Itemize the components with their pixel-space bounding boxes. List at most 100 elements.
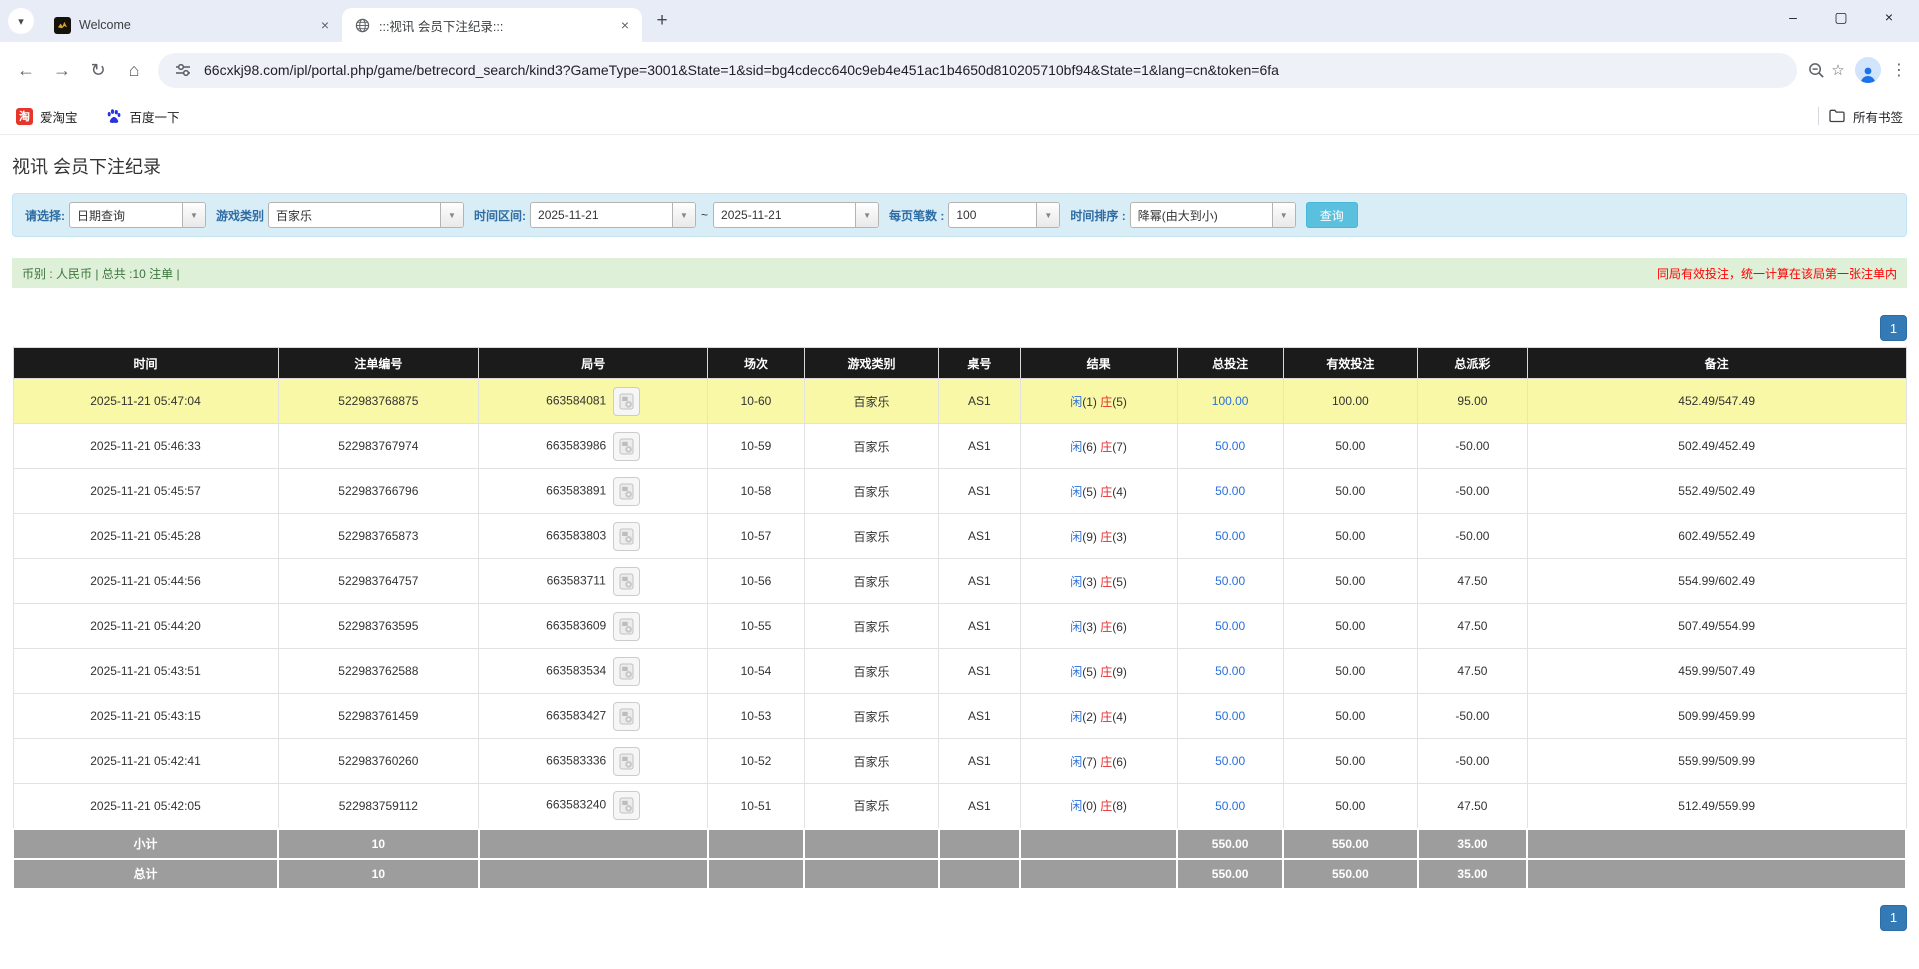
page-number-button-bottom[interactable]: 1 — [1880, 905, 1907, 931]
cell-session: 10-60 — [708, 379, 805, 424]
video-replay-button[interactable] — [613, 387, 640, 416]
chevron-down-icon[interactable]: ▼ — [440, 203, 463, 227]
profile-avatar[interactable] — [1855, 57, 1881, 83]
header-game-type: 游戏类别 — [804, 348, 938, 379]
cell-table: AS1 — [939, 784, 1020, 829]
footer-count: 10 — [278, 829, 479, 859]
total-bet-link[interactable]: 50.00 — [1215, 574, 1245, 588]
forward-button[interactable]: → — [44, 52, 80, 88]
tab-close-icon[interactable]: × — [316, 16, 334, 34]
chevron-down-icon[interactable]: ▼ — [855, 203, 878, 227]
total-bet-link[interactable]: 50.00 — [1215, 709, 1245, 723]
zoom-out-icon[interactable] — [1805, 59, 1827, 81]
bookmark-baidu[interactable]: 百度一下 — [106, 107, 180, 126]
game-type-select[interactable]: 百家乐 ▼ — [268, 202, 464, 228]
cell-payout: 95.00 — [1418, 379, 1528, 424]
address-bar[interactable]: 66cxkj98.com/ipl/portal.php/game/betreco… — [158, 53, 1797, 88]
chrome-menu-icon[interactable]: ⋮ — [1887, 60, 1911, 80]
cell-round-id: 663583711 — [479, 559, 708, 604]
cell-remark: 554.99/602.49 — [1527, 559, 1906, 604]
cell-table: AS1 — [939, 739, 1020, 784]
total-bet-link[interactable]: 50.00 — [1215, 439, 1245, 453]
cell-table: AS1 — [939, 379, 1020, 424]
total-bet-link[interactable]: 50.00 — [1215, 664, 1245, 678]
video-replay-button[interactable] — [613, 747, 640, 776]
cell-session: 10-52 — [708, 739, 805, 784]
page-number-button-top[interactable]: 1 — [1880, 315, 1907, 341]
video-replay-button[interactable] — [613, 702, 640, 731]
footer-payout: 35.00 — [1418, 829, 1528, 859]
window-maximize-button[interactable]: ▢ — [1817, 0, 1865, 34]
new-tab-button[interactable]: + — [648, 7, 676, 35]
back-button[interactable]: ← — [8, 52, 44, 88]
video-replay-button[interactable] — [613, 432, 640, 461]
cell-session: 10-58 — [708, 469, 805, 514]
footer-valid-bet: 550.00 — [1283, 829, 1417, 859]
currency-summary: 币别 : 人民币 | 总共 :10 注单 | — [22, 265, 180, 282]
footer-empty — [1527, 829, 1906, 859]
cell-remark: 512.49/559.99 — [1527, 784, 1906, 829]
cell-round-id: 663583427 — [479, 694, 708, 739]
video-replay-button[interactable] — [613, 522, 640, 551]
tab-welcome[interactable]: Welcome × — [42, 8, 342, 42]
window-minimize-button[interactable]: – — [1769, 0, 1817, 34]
cell-valid-bet: 50.00 — [1283, 424, 1417, 469]
tab-close-icon[interactable]: × — [616, 16, 634, 34]
video-replay-button[interactable] — [613, 791, 640, 820]
bet-records-table: 时间 注单编号 局号 场次 游戏类别 桌号 结果 总投注 有效投注 总派彩 备注… — [12, 347, 1907, 890]
footer-valid-bet: 550.00 — [1283, 859, 1417, 889]
total-bet-link[interactable]: 50.00 — [1215, 619, 1245, 633]
home-button[interactable]: ⌂ — [116, 52, 152, 88]
table-row: 2025-11-21 05:43:15522983761459663583427… — [13, 694, 1906, 739]
taobao-icon: 淘 — [16, 108, 33, 125]
reload-button[interactable]: ↻ — [80, 52, 116, 88]
search-button[interactable]: 查询 — [1306, 202, 1358, 228]
page-size-value: 100 — [949, 203, 1036, 227]
total-bet-link[interactable]: 100.00 — [1212, 394, 1249, 408]
cell-total-bet: 50.00 — [1177, 694, 1283, 739]
query-type-label: 请选择: — [25, 207, 65, 224]
table-row: 2025-11-21 05:45:28522983765873663583803… — [13, 514, 1906, 559]
video-replay-button[interactable] — [613, 657, 640, 686]
bookmark-star-icon[interactable]: ☆ — [1827, 59, 1849, 81]
date-range-label: 时间区间: — [474, 207, 526, 224]
header-total-bet: 总投注 — [1177, 348, 1283, 379]
url-text[interactable]: 66cxkj98.com/ipl/portal.php/game/betreco… — [204, 62, 1783, 78]
date-from-input[interactable]: 2025-11-21 ▼ — [530, 202, 696, 228]
cell-bet-id: 522983760260 — [278, 739, 479, 784]
cell-payout: -50.00 — [1418, 514, 1528, 559]
cell-result: 闲(2) 庄(4) — [1020, 694, 1177, 739]
date-to-input[interactable]: 2025-11-21 ▼ — [713, 202, 879, 228]
video-replay-button[interactable] — [613, 477, 640, 506]
chevron-down-icon[interactable]: ▼ — [1272, 203, 1295, 227]
page-size-select[interactable]: 100 ▼ — [948, 202, 1060, 228]
tab-betrecord[interactable]: :::视讯 会员下注纪录::: × — [342, 8, 642, 42]
video-replay-button[interactable] — [613, 612, 640, 641]
chevron-down-icon[interactable]: ▼ — [182, 203, 205, 227]
bookmarks-bar: 淘 爱淘宝 百度一下 所有书签 — [0, 98, 1919, 135]
folder-icon — [1829, 108, 1846, 125]
window-close-button[interactable]: × — [1865, 0, 1913, 34]
video-replay-button[interactable] — [613, 567, 640, 596]
total-bet-link[interactable]: 50.00 — [1215, 484, 1245, 498]
tab-search-button[interactable]: ▾ — [8, 8, 34, 34]
cell-time: 2025-11-21 05:42:41 — [13, 739, 278, 784]
site-controls-icon[interactable] — [172, 59, 194, 81]
bookmark-aitaobao[interactable]: 淘 爱淘宝 — [16, 107, 78, 126]
total-bet-link[interactable]: 50.00 — [1215, 754, 1245, 768]
query-type-select[interactable]: 日期查询 ▼ — [69, 202, 206, 228]
round-id-text: 663583427 — [546, 708, 606, 722]
globe-favicon-icon — [354, 17, 371, 34]
round-id-text: 663583891 — [546, 483, 606, 497]
all-bookmarks-button[interactable]: 所有书签 — [1829, 107, 1903, 126]
total-bet-link[interactable]: 50.00 — [1215, 799, 1245, 813]
cell-round-id: 663583803 — [479, 514, 708, 559]
chevron-down-icon[interactable]: ▼ — [1036, 203, 1059, 227]
chevron-down-icon[interactable]: ▼ — [672, 203, 695, 227]
total-bet-link[interactable]: 50.00 — [1215, 529, 1245, 543]
footer-empty — [1020, 829, 1177, 859]
sort-select[interactable]: 降幂(由大到小) ▼ — [1130, 202, 1296, 228]
footer-empty — [804, 859, 938, 889]
round-id-text: 663583240 — [546, 798, 606, 812]
round-id-text: 663583803 — [546, 528, 606, 542]
